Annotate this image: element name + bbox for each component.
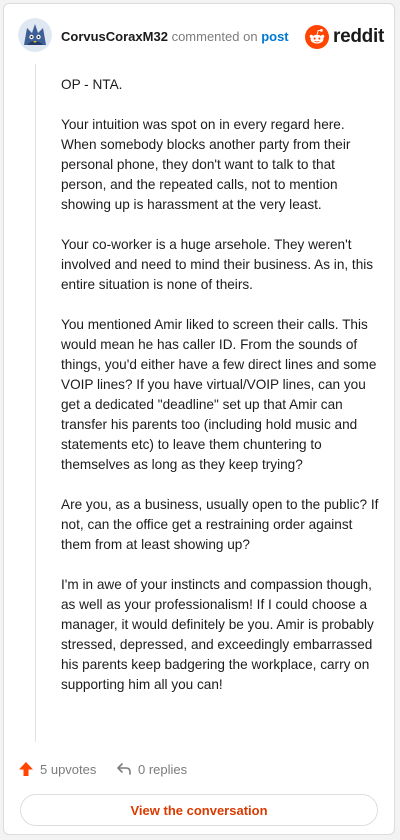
upvote-arrow-icon — [19, 762, 33, 776]
thread-line — [35, 64, 36, 742]
reply-stat[interactable]: 0 replies — [116, 761, 187, 777]
upvote-stat[interactable]: 5 upvotes — [18, 761, 96, 777]
post-link[interactable]: post — [261, 29, 288, 44]
comment-paragraph: I'm in awe of your instincts and compass… — [61, 577, 374, 692]
comment-paragraph: Are you, as a business, usually open to … — [61, 497, 379, 552]
brand-wordmark: reddit — [333, 26, 384, 47]
reply-arrow-icon — [117, 763, 131, 775]
comment-meta: CorvusCoraxM32 commented on post — [61, 29, 289, 44]
comment-paragraph: You mentioned Amir liked to screen their… — [61, 317, 377, 472]
view-conversation-button[interactable]: View the conversation — [20, 794, 378, 826]
avatar-icon — [18, 18, 52, 52]
comment-paragraph: OP - NTA. — [61, 77, 123, 92]
username-link[interactable]: CorvusCoraxM32 — [61, 29, 168, 44]
action-text: commented on — [171, 29, 258, 44]
reply-count: 0 replies — [138, 761, 188, 777]
reddit-snoo-icon — [305, 25, 330, 49]
comment-footer: 5 upvotes 0 replies — [18, 759, 378, 783]
comment-body: OP - NTA. Your intuition was spot on in … — [61, 75, 379, 715]
comment-paragraph: Your intuition was spot on in every rega… — [61, 117, 351, 212]
comment-header: CorvusCoraxM32 commented on post reddit — [18, 16, 384, 56]
comment-card: CorvusCoraxM32 commented on post reddit … — [3, 3, 395, 835]
user-avatar[interactable] — [18, 18, 52, 52]
comment-paragraph: Your co-worker is a huge arsehole. They … — [61, 237, 374, 292]
reddit-logo[interactable]: reddit — [305, 24, 384, 50]
upvote-count: 5 upvotes — [40, 761, 97, 777]
